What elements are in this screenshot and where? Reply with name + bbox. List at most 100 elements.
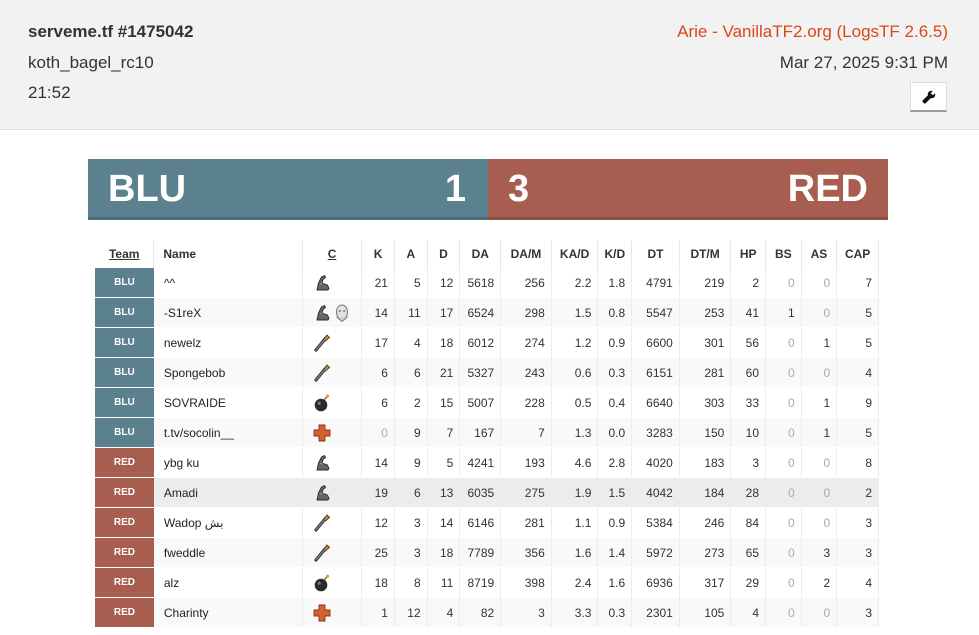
player-name[interactable]: -S1reX [153,297,303,328]
stat-kad: 1.3 [551,417,599,448]
team-badge: BLU [95,268,154,298]
medic-class-icon[interactable] [312,423,332,443]
stat-dt: 3283 [631,417,680,448]
stat-cap: 5 [836,417,879,448]
scout-class-icon[interactable] [312,483,332,503]
player-classes [302,507,363,538]
spy-class-icon[interactable] [332,303,352,323]
column-header-label: Name [163,247,197,261]
stat-cap: 3 [836,507,879,538]
player-stats-table: Team Name C K A D DA DA/M KA/D K/D DT DT/M HP BS AS CAP… [95,240,879,628]
column-header-da-m[interactable]: DA/M [500,240,552,268]
stat-dt: 5384 [631,507,680,538]
column-header-a[interactable]: A [394,240,428,268]
column-header-label: BS [774,247,792,261]
column-header-as[interactable]: AS [801,240,838,268]
column-header-dt[interactable]: DT [631,240,680,268]
team-badge: BLU [95,387,154,418]
player-classes [302,357,363,388]
column-header-name[interactable]: Name [153,240,303,268]
player-classes [302,268,363,298]
column-header-da[interactable]: DA [459,240,502,268]
stat-da: 6012 [459,327,502,358]
player-classes [302,447,363,478]
log-header: serveme.tf #1475042 koth_bagel_rc10 21:5… [0,0,979,130]
stat-d: 14 [427,507,461,538]
stat-kd: 0.0 [597,417,633,448]
column-header-c[interactable]: C [302,240,363,268]
player-name[interactable]: Spongebob [153,357,303,388]
stat-dt: 4791 [631,268,680,298]
player-row: RED alz 18 8 11 8719 398 2.4 1.6 6936 317 29 0 2 4 [95,567,879,598]
medic-class-icon[interactable] [312,603,332,623]
stat-as: 0 [801,447,838,478]
column-header-label: CAP [844,247,871,261]
scout-class-icon[interactable] [312,453,332,473]
stat-da: 6146 [459,507,502,538]
stat-dt: 5547 [631,297,680,328]
column-header-dt-m[interactable]: DT/M [679,240,732,268]
stat-dt: 4042 [631,477,680,508]
player-name[interactable]: SOVRAIDE [153,387,303,418]
player-name[interactable]: ^^ [153,268,303,298]
column-header-cap[interactable]: CAP [836,240,879,268]
tools-button[interactable] [910,82,947,112]
column-header-k-d[interactable]: K/D [597,240,633,268]
player-name[interactable]: alz [153,567,303,598]
stat-dam: 275 [500,477,552,508]
stat-hp: 56 [730,327,767,358]
stat-bs: 1 [765,297,802,328]
stat-bs: 0 [765,597,802,628]
uploader-link[interactable]: Arie - VanillaTF2.org (LogsTF 2.6.5) [677,22,948,42]
stat-dam: 281 [500,507,552,538]
player-name[interactable]: Amadi [153,477,303,508]
player-classes [302,477,363,508]
soldier-class-icon[interactable] [312,513,332,533]
column-header-ka-d[interactable]: KA/D [551,240,599,268]
stat-kd: 1.5 [597,477,633,508]
stat-k: 6 [361,387,395,418]
player-name[interactable]: newelz [153,327,303,358]
player-row: BLU ^^ 21 5 12 5618 256 2.2 1.8 4791 219 2 0 0 7 [95,268,879,298]
stat-dtm: 317 [679,567,732,598]
soldier-class-icon[interactable] [312,333,332,353]
player-name[interactable]: ybg ku [153,447,303,478]
stat-dt: 6936 [631,567,680,598]
player-classes [302,537,363,568]
column-header-label: D [439,247,448,261]
column-header-bs[interactable]: BS [765,240,802,268]
stat-as: 3 [801,537,838,568]
soldier-class-icon[interactable] [312,543,332,563]
scout-class-icon[interactable] [312,303,332,323]
red-team-name: RED [787,168,868,210]
player-name[interactable]: Wadop بش [153,507,303,538]
demoman-class-icon[interactable] [312,393,332,413]
stat-dt: 2301 [631,597,680,628]
column-header-k[interactable]: K [361,240,395,268]
stat-kd: 1.4 [597,537,633,568]
column-header-team[interactable]: Team [95,240,155,268]
stat-d: 21 [427,357,461,388]
stat-kd: 1.8 [597,268,633,298]
stat-dt: 4020 [631,447,680,478]
soldier-class-icon[interactable] [312,363,332,383]
column-header-d[interactable]: D [427,240,461,268]
demoman-class-icon[interactable] [312,573,332,593]
player-row: BLU t.tv/socolin__ 0 9 7 167 7 1.3 0.0 3283 150 10 0… [95,417,879,448]
column-header-hp[interactable]: HP [730,240,767,268]
stat-cap: 4 [836,357,879,388]
stat-a: 6 [394,357,428,388]
player-name[interactable]: t.tv/socolin__ [153,417,303,448]
stat-a: 3 [394,537,428,568]
team-badge: BLU [95,417,154,448]
scout-class-icon[interactable] [312,273,332,293]
stat-k: 14 [361,447,395,478]
stat-kad: 2.2 [551,268,599,298]
team-badge: RED [95,567,154,598]
stat-dtm: 105 [679,597,732,628]
stat-dt: 6640 [631,387,680,418]
log-title: serveme.tf #1475042 [28,22,194,41]
stat-kad: 2.4 [551,567,599,598]
player-name[interactable]: fweddle [153,537,303,568]
player-name[interactable]: Charinty [153,597,303,628]
